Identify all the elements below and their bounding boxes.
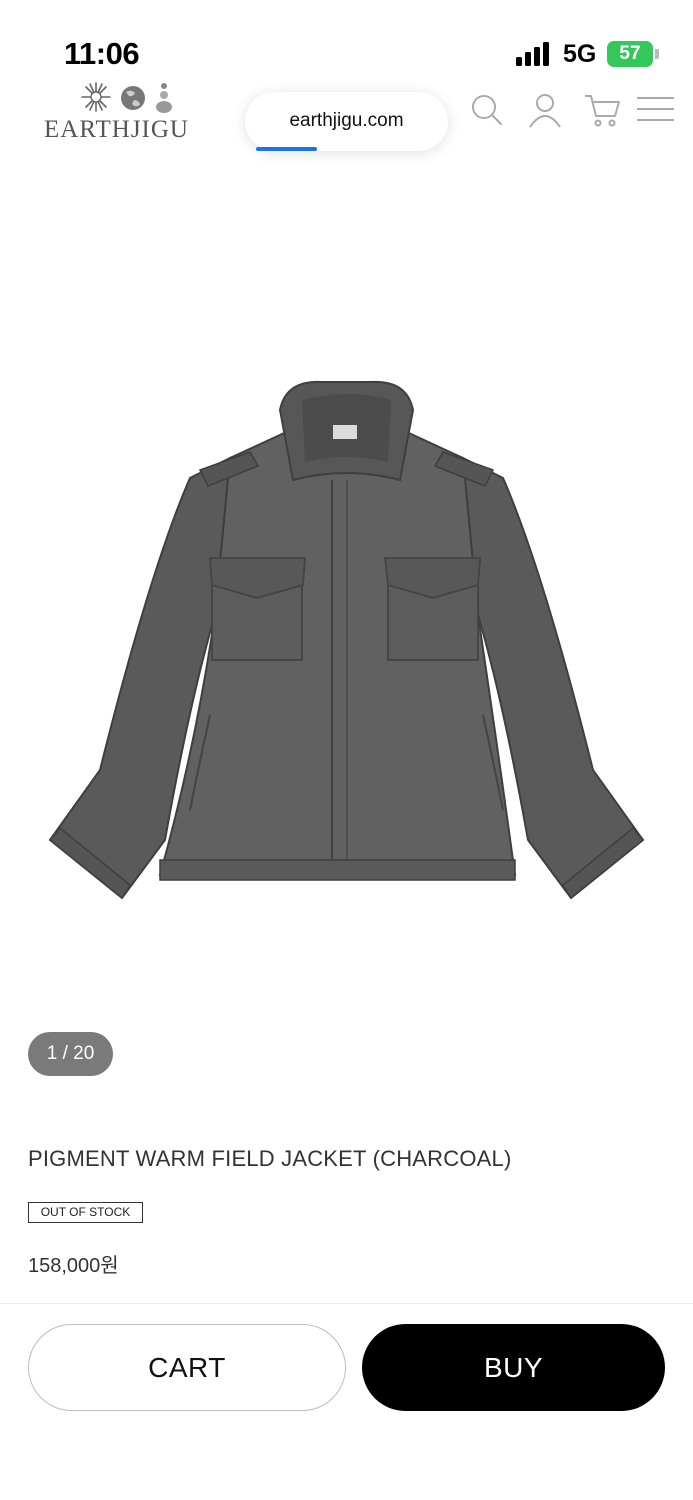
menu-icon[interactable]: [636, 90, 676, 130]
page-load-progress: [256, 147, 317, 151]
product-title: PIGMENT WARM FIELD JACKET (CHARCOAL): [28, 1146, 512, 1171]
product-image[interactable]: [40, 370, 653, 910]
user-icon[interactable]: [525, 90, 565, 130]
logo-symbols-icon: [81, 82, 172, 113]
cart-icon[interactable]: [582, 90, 622, 130]
image-counter: 1 / 20: [28, 1032, 113, 1076]
status-time: 11:06: [64, 36, 140, 71]
buy-now-button[interactable]: BUY: [362, 1324, 665, 1411]
search-icon[interactable]: [467, 90, 507, 130]
signal-icon: [516, 42, 554, 66]
battery-tip: [655, 49, 659, 59]
logo-text: EARTHJIGU: [44, 116, 189, 143]
battery-level: 57: [619, 43, 641, 64]
add-to-cart-button[interactable]: CART: [28, 1324, 346, 1411]
address-bar[interactable]: earthjigu.com: [245, 92, 448, 151]
status-bar: 11:06 5G 57: [0, 0, 693, 80]
product-price: 158,000원: [28, 1255, 119, 1277]
site-header: EARTHJIGU earthjigu.com: [0, 72, 693, 182]
network-type: 5G: [563, 40, 597, 68]
action-bar: CART BUY: [0, 1303, 693, 1500]
battery-icon: 57: [607, 41, 653, 67]
stock-status-badge: OUT OF STOCK: [28, 1202, 143, 1223]
url-text: earthjigu.com: [289, 110, 404, 131]
site-logo[interactable]: EARTHJIGU: [44, 78, 214, 146]
